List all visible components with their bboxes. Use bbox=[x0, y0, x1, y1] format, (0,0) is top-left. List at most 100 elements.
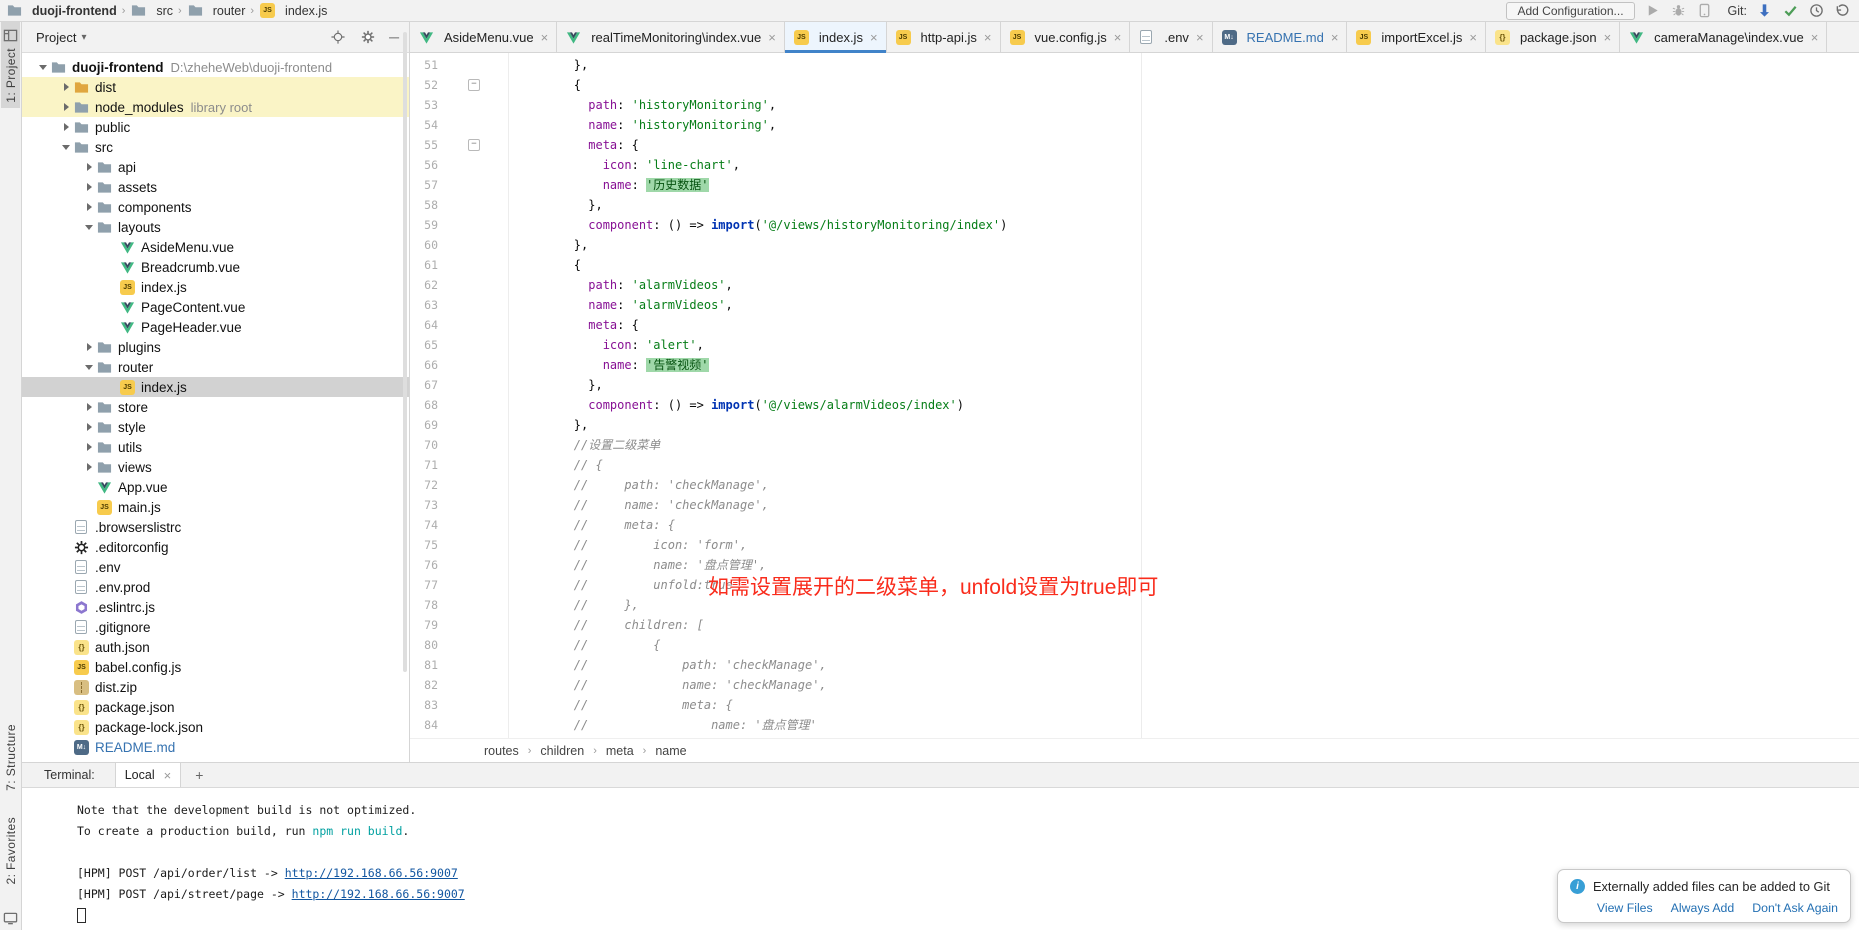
tree-item-components[interactable]: components bbox=[22, 197, 409, 217]
code-line[interactable]: 74 // meta: { bbox=[410, 515, 1859, 535]
code-line[interactable]: 64 meta: { bbox=[410, 315, 1859, 335]
code-line[interactable]: 53 path: 'historyMonitoring', bbox=[410, 95, 1859, 115]
tree-item-App.vue[interactable]: App.vue bbox=[22, 477, 409, 497]
tree-item-public[interactable]: public bbox=[22, 117, 409, 137]
locate-file-icon[interactable] bbox=[329, 29, 346, 46]
close-icon[interactable]: × bbox=[870, 30, 878, 45]
chevron-collapsed-icon[interactable] bbox=[82, 203, 96, 211]
tree-item-auth.json[interactable]: auth.json bbox=[22, 637, 409, 657]
hide-panel-icon[interactable]: ─ bbox=[389, 30, 399, 44]
toolwindow-structure-button[interactable]: 7: Structure bbox=[4, 724, 18, 791]
tree-item-src[interactable]: src bbox=[22, 137, 409, 157]
code-line[interactable]: 67 }, bbox=[410, 375, 1859, 395]
code-line[interactable]: 63 name: 'alarmVideos', bbox=[410, 295, 1859, 315]
code-line[interactable]: 80 // { bbox=[410, 635, 1859, 655]
code-line[interactable]: 51 }, bbox=[410, 55, 1859, 75]
code-line[interactable]: 58 }, bbox=[410, 195, 1859, 215]
code-line[interactable]: 60 }, bbox=[410, 235, 1859, 255]
code-line[interactable]: 75 // icon: 'form', bbox=[410, 535, 1859, 555]
chevron-collapsed-icon[interactable] bbox=[82, 343, 96, 351]
chevron-expanded-icon[interactable] bbox=[82, 365, 96, 370]
code-line[interactable]: 83 // meta: { bbox=[410, 695, 1859, 715]
tree-item-node_modules[interactable]: node_moduleslibrary root bbox=[22, 97, 409, 117]
tab-.env[interactable]: .env× bbox=[1130, 22, 1212, 52]
device-preview-icon[interactable] bbox=[1696, 2, 1713, 19]
tab-http-api.js[interactable]: http-api.js× bbox=[887, 22, 1001, 52]
tree-item-layouts[interactable]: layouts bbox=[22, 217, 409, 237]
git-update-icon[interactable] bbox=[1756, 2, 1773, 19]
editor-breadcrumb-item[interactable]: children bbox=[540, 744, 584, 758]
code-line[interactable]: 72 // path: 'checkManage', bbox=[410, 475, 1859, 495]
tree-item-.gitignore[interactable]: .gitignore bbox=[22, 617, 409, 637]
tree-item-store[interactable]: store bbox=[22, 397, 409, 417]
tree-item-dist.zip[interactable]: dist.zip bbox=[22, 677, 409, 697]
code-line[interactable]: 65 icon: 'alert', bbox=[410, 335, 1859, 355]
terminal-tab-local[interactable]: Local × bbox=[115, 763, 181, 787]
chevron-collapsed-icon[interactable] bbox=[82, 163, 96, 171]
toolwindow-project-button[interactable]: 1: Project bbox=[1, 22, 20, 108]
code-line[interactable]: 56 icon: 'line-chart', bbox=[410, 155, 1859, 175]
code-line[interactable]: 84 // name: '盘点管理' bbox=[410, 715, 1859, 735]
close-icon[interactable]: × bbox=[541, 30, 549, 45]
close-icon[interactable]: × bbox=[1604, 30, 1612, 45]
code-line[interactable]: 81 // path: 'checkManage', bbox=[410, 655, 1859, 675]
code-line[interactable]: 59 component: () => import('@/views/hist… bbox=[410, 215, 1859, 235]
tree-item-plugins[interactable]: plugins bbox=[22, 337, 409, 357]
gear-icon[interactable] bbox=[359, 29, 376, 46]
code-line[interactable]: 70 //设置二级菜单 bbox=[410, 435, 1859, 455]
tree-item-.env.prod[interactable]: .env.prod bbox=[22, 577, 409, 597]
chevron-collapsed-icon[interactable] bbox=[59, 83, 73, 91]
breadcrumb-item[interactable]: router bbox=[187, 3, 246, 19]
breadcrumb-item[interactable]: src bbox=[130, 3, 173, 19]
terminal-link[interactable]: http://192.168.66.56:9007 bbox=[285, 866, 458, 880]
tree-item-style[interactable]: style bbox=[22, 417, 409, 437]
tab-cameraManage\index.vue[interactable]: cameraManage\index.vue× bbox=[1620, 22, 1827, 52]
tree-item-PageHeader.vue[interactable]: PageHeader.vue bbox=[22, 317, 409, 337]
tree-item-views[interactable]: views bbox=[22, 457, 409, 477]
tab-index.js[interactable]: index.js× bbox=[785, 22, 887, 52]
toolwindow-switcher-icon[interactable] bbox=[2, 910, 19, 927]
add-configuration-button[interactable]: Add Configuration... bbox=[1506, 2, 1634, 20]
tree-item-index.js[interactable]: index.js bbox=[22, 377, 409, 397]
chevron-collapsed-icon[interactable] bbox=[59, 123, 73, 131]
code-line[interactable]: 79 // children: [ bbox=[410, 615, 1859, 635]
tree-item-.editorconfig[interactable]: .editorconfig bbox=[22, 537, 409, 557]
chevron-expanded-icon[interactable] bbox=[82, 225, 96, 230]
chevron-down-icon[interactable]: ▾ bbox=[81, 32, 86, 43]
code-line[interactable]: 62 path: 'alarmVideos', bbox=[410, 275, 1859, 295]
notification-action-don-t-ask-again[interactable]: Don't Ask Again bbox=[1752, 901, 1838, 915]
code-line[interactable]: 66 name: '告警视频' bbox=[410, 355, 1859, 375]
tab-README.md[interactable]: README.md× bbox=[1213, 22, 1348, 52]
notification-action-always-add[interactable]: Always Add bbox=[1671, 901, 1735, 915]
project-scrollbar[interactable] bbox=[403, 32, 407, 672]
code-line[interactable]: 71 // { bbox=[410, 455, 1859, 475]
code-line[interactable]: 73 // name: 'checkManage', bbox=[410, 495, 1859, 515]
fold-marker-icon[interactable] bbox=[438, 135, 488, 155]
tree-item-duoji-frontend[interactable]: duoji-frontendD:\zheheWeb\duoji-frontend bbox=[22, 57, 409, 77]
tree-item-router[interactable]: router bbox=[22, 357, 409, 377]
new-terminal-icon[interactable]: + bbox=[195, 767, 203, 783]
tree-item-main.js[interactable]: main.js bbox=[22, 497, 409, 517]
tree-item-utils[interactable]: utils bbox=[22, 437, 409, 457]
code-line[interactable]: 82 // name: 'checkManage', bbox=[410, 675, 1859, 695]
chevron-collapsed-icon[interactable] bbox=[82, 463, 96, 471]
close-icon[interactable]: × bbox=[1469, 30, 1477, 45]
chevron-collapsed-icon[interactable] bbox=[82, 423, 96, 431]
tree-item-package-lock.json[interactable]: package-lock.json bbox=[22, 717, 409, 737]
terminal-link[interactable]: http://192.168.66.56:9007 bbox=[292, 887, 465, 901]
rollback-icon[interactable] bbox=[1834, 2, 1851, 19]
close-icon[interactable]: × bbox=[984, 30, 992, 45]
code-line[interactable]: 69 }, bbox=[410, 415, 1859, 435]
tree-item-.eslintrc.js[interactable]: .eslintrc.js bbox=[22, 597, 409, 617]
tree-item-Breadcrumb.vue[interactable]: Breadcrumb.vue bbox=[22, 257, 409, 277]
chevron-expanded-icon[interactable] bbox=[36, 65, 50, 70]
close-icon[interactable]: × bbox=[1811, 30, 1819, 45]
code-line[interactable]: 55 meta: { bbox=[410, 135, 1859, 155]
tree-item-index.js[interactable]: index.js bbox=[22, 277, 409, 297]
tree-item-.browserslistrc[interactable]: .browserslistrc bbox=[22, 517, 409, 537]
tree-item-api[interactable]: api bbox=[22, 157, 409, 177]
tab-importExcel.js[interactable]: importExcel.js× bbox=[1347, 22, 1486, 52]
close-icon[interactable]: × bbox=[164, 768, 172, 783]
code-editor[interactable]: 51 },52 {53 path: 'historyMonitoring',54… bbox=[410, 53, 1859, 738]
tree-item-README.md[interactable]: README.md bbox=[22, 737, 409, 757]
